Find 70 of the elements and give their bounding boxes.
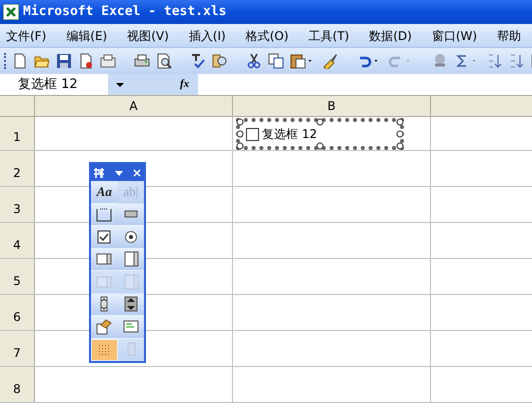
column-header[interactable]: B [233,96,431,116]
menu-item[interactable]: 窗口(W) [432,26,478,44]
printer-icon[interactable] [134,53,150,69]
close-icon[interactable] [132,168,142,178]
listbox-tool-icon [96,251,112,268]
row-header[interactable]: 6 [0,295,35,330]
resize-handle[interactable] [316,142,324,150]
column-header[interactable]: A [35,96,233,116]
row-header[interactable]: 4 [0,223,35,258]
resize-handle[interactable] [236,142,244,150]
row-header[interactable]: 3 [0,187,35,222]
row-header[interactable]: 5 [0,259,35,294]
format-painter-icon[interactable] [322,53,338,69]
form-control-button[interactable] [91,204,118,226]
resize-handle[interactable] [396,130,404,138]
form-control-button[interactable] [91,316,118,338]
row-header[interactable]: 1 [0,117,35,150]
form-control-button[interactable] [118,294,144,316]
form-control-button[interactable] [118,316,144,338]
radio-tool-icon [122,228,139,245]
form-control-button[interactable]: Aa [91,181,118,204]
menu-item[interactable]: 插入(I) [188,26,226,44]
menu-item[interactable]: 帮助 [497,26,522,44]
new-document-icon[interactable] [12,53,28,69]
form-control-button[interactable] [118,226,144,248]
resize-handle[interactable] [236,130,244,138]
menu-item[interactable]: 格式(O) [246,26,289,44]
code-tool-icon [122,318,139,335]
sort-ascending-icon[interactable] [486,53,502,69]
form-control-button[interactable] [118,248,144,271]
menu-item[interactable]: 视图(V) [127,26,169,44]
spinner-tool-icon [122,296,139,312]
comboedit-tool-icon [96,274,112,290]
paste-icon[interactable] [290,53,306,69]
form-control-button[interactable] [91,294,118,316]
menu-item[interactable]: 编辑(E) [66,26,108,44]
print-preview-icon[interactable] [156,53,172,69]
save-icon[interactable] [56,53,72,69]
name-box[interactable]: 复选框 12 [0,74,108,95]
resize-handle[interactable] [396,118,404,126]
form-icon [93,166,105,178]
document-icon[interactable] [78,53,94,69]
resize-handle[interactable] [236,118,244,126]
spreadsheet-app-icon [3,4,19,20]
spelling-icon[interactable] [190,53,206,69]
row-header[interactable]: 7 [0,331,35,366]
formula-input[interactable] [198,74,532,95]
combodrop-tool-icon [122,274,139,290]
row-header[interactable]: 2 [0,151,35,186]
checkbox-control[interactable]: 复选框 12 [236,118,404,150]
window-title: Microsoft Excel - test.xls [23,3,226,22]
form-control-button[interactable] [91,248,118,271]
scissors-icon[interactable] [246,53,262,69]
menu-item[interactable]: 文件(F) [6,26,46,44]
groupbox-tool-icon [96,206,112,222]
checkbox-tool-icon [96,228,112,245]
menu-item[interactable]: 数据(D) [369,26,412,44]
checkbox-label: 复选框 12 [262,126,318,143]
copy-icon[interactable] [268,53,284,69]
row-header[interactable]: 8 [0,367,35,402]
form-control-button[interactable] [91,226,118,248]
resize-handle[interactable] [316,118,324,126]
menu-item[interactable]: 工具(T) [308,26,350,44]
form-control-button[interactable] [118,204,144,226]
function-button[interactable]: fx [180,76,194,93]
properties-tool-icon [96,318,112,335]
combobox-tool-icon [122,251,139,268]
checkbox[interactable] [246,128,259,140]
resize-handle[interactable] [396,142,404,150]
sort-descending-icon[interactable] [508,53,524,69]
